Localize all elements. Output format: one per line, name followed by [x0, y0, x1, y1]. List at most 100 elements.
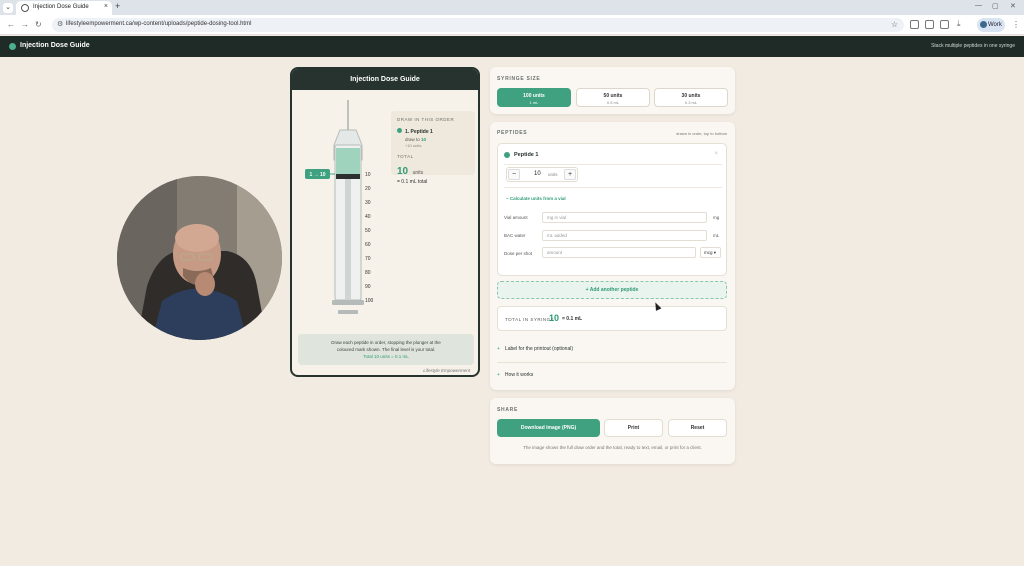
- bac-water-unit: mL: [713, 233, 720, 238]
- plunger-rod: [345, 179, 351, 300]
- maximize-icon[interactable]: ▢: [992, 2, 999, 10]
- draw-order-item: 1. Peptide 1: [397, 128, 469, 135]
- dose-unit-select[interactable]: mcg ▾: [700, 247, 721, 258]
- bac-water-input[interactable]: mL added: [542, 230, 707, 241]
- decrement-button[interactable]: −: [508, 169, 520, 180]
- total-label: TOTAL: [397, 154, 414, 159]
- syringe-fill: [336, 148, 360, 174]
- peptides-hint: drawn in order, top to bottom: [676, 131, 727, 136]
- tab-title: Injection Dose Guide: [33, 4, 89, 10]
- calculate-from-vial-toggle[interactable]: − Calculate units from a vial: [506, 196, 566, 201]
- browser-menu-icon[interactable]: ⋮: [1012, 20, 1020, 29]
- total-in-syringe-label: TOTAL IN SYRINGE: [505, 317, 555, 322]
- units-stepper: − 10 units +: [506, 167, 578, 182]
- share-note: The image shows the full draw order and …: [523, 445, 702, 450]
- increment-button[interactable]: +: [564, 169, 576, 180]
- peptide-card: Peptide 1 × − 10 units + − Calculate uni…: [497, 143, 727, 276]
- divider: [497, 362, 727, 363]
- dose-marker-label: 1 → 10: [309, 172, 325, 178]
- label-printout-text: Label for the printout (optional): [504, 346, 574, 352]
- screenshot-icon[interactable]: [940, 20, 949, 29]
- scale-tick-label: 50: [365, 228, 371, 234]
- scale-tick-label: 100: [365, 298, 374, 304]
- plus-icon: +: [497, 346, 500, 352]
- vial-amount-input[interactable]: mg in vial: [542, 212, 707, 223]
- syringe-option-30[interactable]: 30 units 0.3 mL: [654, 88, 728, 107]
- print-button[interactable]: Print: [604, 419, 663, 437]
- note-line-1: Draw each peptide in order, stopping the…: [331, 340, 441, 345]
- syringe-option-sub: 0.3 mL: [684, 100, 698, 105]
- reset-button[interactable]: Reset: [668, 419, 727, 437]
- browser-tab[interactable]: Injection Dose Guide ×: [16, 1, 112, 15]
- total-unit: units: [412, 170, 424, 176]
- peptide-color-dot-icon: [397, 128, 402, 133]
- vial-amount-label: Vial amount: [504, 215, 528, 220]
- scale-tick-label: 70: [365, 256, 371, 262]
- how-it-works-text: How it works: [504, 372, 534, 378]
- peptides-panel: PEPTIDES drawn in order, top to bottom P…: [490, 122, 735, 390]
- back-icon[interactable]: ←: [7, 20, 15, 29]
- app-name: Injection Dose Guide: [20, 42, 90, 49]
- units-note: +10 units: [405, 143, 422, 148]
- profile-button[interactable]: Work: [977, 18, 1005, 32]
- forward-icon[interactable]: →: [21, 20, 29, 29]
- browser-toolbar: ← → ↻ ⚙ lifestyleempowerment.ca/wp-conte…: [0, 15, 1024, 35]
- browser-tab-bar: ⌄ Injection Dose Guide × + — ▢ ✕: [0, 0, 1024, 15]
- scale-tick-label: 40: [365, 214, 371, 220]
- cast-icon[interactable]: [925, 20, 934, 29]
- dose-per-shot-label: Dose per shot: [504, 251, 533, 256]
- total-value: 10: [397, 166, 409, 177]
- label-printout-toggle[interactable]: + Label for the printout (optional): [497, 346, 573, 352]
- profile-avatar-icon: [980, 21, 987, 28]
- chevron-down-icon: ▾: [713, 250, 717, 255]
- address-bar[interactable]: ⚙ lifestyleempowerment.ca/wp-content/upl…: [52, 18, 904, 32]
- peptide-name[interactable]: Peptide 1: [514, 152, 538, 158]
- divider: [504, 187, 722, 188]
- syringe-option-title: 50 units: [603, 93, 623, 99]
- dose-per-shot-input[interactable]: amount: [542, 247, 696, 258]
- syringe-size-panel: SYRINGE SIZE 100 units 1 mL 50 units 0.5…: [490, 67, 735, 114]
- download-image-button[interactable]: Download image (PNG): [497, 419, 600, 437]
- draw-to-prefix: draw to: [405, 137, 420, 142]
- tab-close-icon[interactable]: ×: [104, 3, 108, 10]
- share-label: SHARE: [497, 407, 519, 413]
- total-line: 10 units: [397, 161, 469, 179]
- peptide-color-dot-icon: [504, 152, 510, 158]
- note-line-2: coloured mark shown. The final level is …: [336, 347, 436, 352]
- brand-credit: Lifestyle Empowerment: [423, 368, 470, 373]
- units-value[interactable]: 10: [534, 171, 541, 177]
- profile-label: Work: [988, 22, 1002, 28]
- syringe-option-50[interactable]: 50 units 0.5 mL: [576, 88, 650, 107]
- new-tab-icon[interactable]: +: [115, 1, 120, 11]
- units-label: units: [548, 172, 558, 177]
- syringe-option-title: 30 units: [681, 93, 701, 99]
- preview-title: Injection Dose Guide: [292, 69, 478, 90]
- close-window-icon[interactable]: ✕: [1010, 2, 1016, 10]
- add-peptide-button[interactable]: + Add another peptide: [497, 281, 727, 299]
- url-text: lifestyleempowerment.ca/wp-content/uploa…: [66, 21, 252, 27]
- total-in-syringe: TOTAL IN SYRINGE 10 = 0.1 mL: [497, 306, 727, 331]
- bac-water-label: BAC water: [504, 233, 526, 238]
- remove-peptide-icon[interactable]: ×: [714, 151, 718, 157]
- draw-order-item-label: 1. Peptide 1: [405, 129, 433, 135]
- preview-instructions: Draw each peptide in order, stopping the…: [298, 334, 474, 365]
- syringe-option-sub: 1 mL: [529, 100, 539, 105]
- scale-tick-label: 90: [365, 284, 371, 290]
- download-icon[interactable]: ⤓: [957, 19, 961, 29]
- plunger-thumb: [338, 310, 358, 314]
- how-it-works-toggle[interactable]: + How it works: [497, 372, 533, 378]
- draw-order-panel: DRAW IN THIS ORDER 1. Peptide 1 draw to …: [391, 111, 475, 185]
- logo-dot-icon: [9, 43, 16, 50]
- draw-order-heading: DRAW IN THIS ORDER: [397, 117, 455, 122]
- tab-search-icon[interactable]: ⌄: [3, 3, 13, 13]
- webcam-overlay: [117, 176, 282, 340]
- syringe-option-100[interactable]: 100 units 1 mL: [497, 88, 571, 107]
- total-ml: = 0.1 mL total: [397, 179, 428, 185]
- syringe-option-sub: 0.5 mL: [606, 100, 620, 105]
- globe-icon: [21, 4, 29, 12]
- site-info-icon[interactable]: ⚙: [57, 20, 63, 28]
- extension-icon[interactable]: [910, 20, 919, 29]
- bookmark-star-icon[interactable]: ☆: [891, 20, 898, 29]
- minimize-icon[interactable]: —: [975, 2, 982, 9]
- reload-icon[interactable]: ↻: [35, 20, 42, 29]
